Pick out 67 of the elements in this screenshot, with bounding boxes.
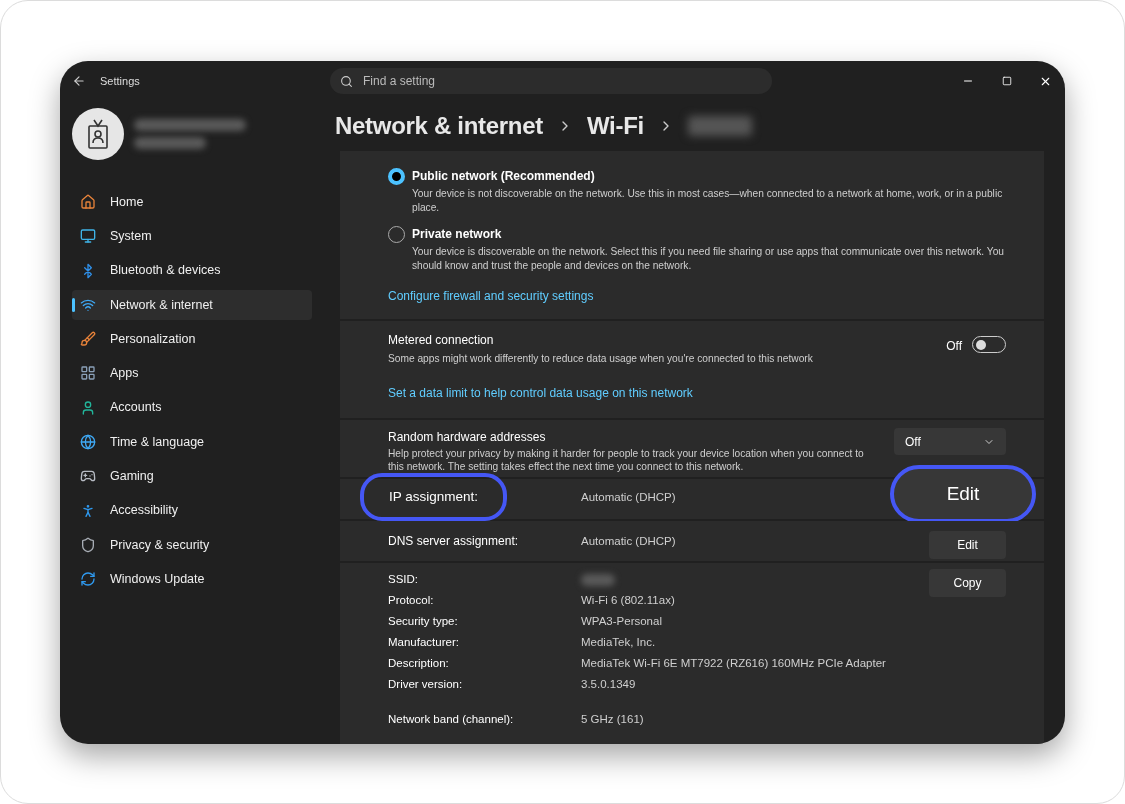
edit-button[interactable]: Edit <box>890 465 1036 524</box>
nav-item[interactable]: Privacy & security <box>72 529 312 560</box>
breadcrumb-item: Wi-Fi <box>586 111 644 141</box>
setting-title: Random hardware addresses <box>388 429 547 447</box>
edit-button[interactable]: Edit <box>929 531 1006 560</box>
nav-item[interactable]: Accounts <box>72 392 312 423</box>
id-badge-icon <box>87 119 109 149</box>
home-icon <box>80 194 96 210</box>
assignment-value: Automatic (DHCP) <box>581 490 677 506</box>
globe-icon <box>80 434 96 451</box>
property-label: SSID: <box>388 572 420 588</box>
nav-item[interactable]: Network & internet <box>72 289 312 320</box>
nav-item[interactable]: Windows Update <box>72 564 312 595</box>
property-label: Protocol: <box>388 593 435 609</box>
monitor-icon <box>80 228 96 245</box>
property-value: WPA3-Personal <box>581 614 662 630</box>
property-label: Driver version: <box>388 677 464 693</box>
nav-item[interactable]: Bluetooth & devices <box>72 255 312 286</box>
assignment-label: DNS server assignment: <box>387 533 519 551</box>
shield-icon <box>80 536 96 553</box>
redacted-text <box>581 573 615 586</box>
maximize-icon <box>1001 76 1012 86</box>
settings-link[interactable]: Configure firewall and security settings <box>388 287 594 305</box>
copy-button[interactable]: Copy <box>929 569 1006 598</box>
property-value: MediaTek, Inc. <box>581 635 656 651</box>
breadcrumb-item[interactable]: Network & internet <box>335 108 543 144</box>
radio-label[interactable]: Public network (Recommended) <box>412 167 1006 185</box>
property-label: Description: <box>388 656 450 672</box>
description-text: Help protect your privacy by making it harder for people to track your device location when you connect to this network. The setting takes effect the next time you connect to this network. <box>388 447 865 474</box>
property-value: Wi-Fi 6 (802.11ax) <box>581 593 675 609</box>
update-icon <box>80 571 96 588</box>
data-limit-link[interactable]: Set a data limit to help control data usage on this network <box>388 384 693 403</box>
property-value: MediaTek Wi-Fi 6E MT7922 (RZ616) 160MHz PCIe Adapter <box>581 656 886 672</box>
selection-indicator <box>72 297 75 312</box>
brush-icon <box>80 331 96 348</box>
description-text: Your device is discoverable on the network. Select this if you need file sharing or use apps that communicate over this network. You should know and trust the people and devices on the network. <box>412 245 1005 273</box>
setting-title: Metered connection <box>388 332 495 349</box>
nav-item[interactable]: Accessibility <box>72 495 312 526</box>
nav-item[interactable]: System <box>72 221 312 252</box>
search-field[interactable]: Find a setting <box>330 68 772 94</box>
search-icon <box>340 74 353 88</box>
redacted-text <box>134 137 206 149</box>
nav-item[interactable]: Home <box>72 187 312 217</box>
person-icon <box>80 399 96 416</box>
description-text: Some apps might work differently to reduce data usage when you're connected to this network <box>388 352 814 366</box>
toggle-label: Off <box>946 338 962 355</box>
accessibility-icon <box>80 502 96 519</box>
property-value: 3.5.0.1349 <box>581 677 636 693</box>
nav-item[interactable]: Apps <box>72 358 312 389</box>
description-text: Your device is not discoverable on the network. Use this in most cases—when connected to a network at home, work, or in a public place. <box>412 187 1004 215</box>
property-label: Network band (channel): <box>388 712 515 728</box>
back-button[interactable] <box>72 74 86 88</box>
assignment-value: Automatic (DHCP) <box>581 533 677 549</box>
nav-item[interactable]: Gaming <box>72 461 312 492</box>
avatar[interactable] <box>72 108 124 160</box>
window-title: Settings <box>100 73 141 89</box>
radio-button[interactable] <box>388 168 405 185</box>
property-value: 5 GHz (161) <box>581 712 644 728</box>
property-label: Manufacturer: <box>388 635 460 651</box>
nav-item[interactable]: Personalization <box>72 324 312 355</box>
nav-item[interactable]: Time & language <box>72 427 312 458</box>
apps-icon <box>80 365 96 382</box>
search-input[interactable]: Find a setting <box>363 72 762 90</box>
radio-label[interactable]: Private network <box>412 225 1006 243</box>
property-label: Security type: <box>388 614 459 630</box>
dropdown[interactable]: Off <box>894 428 1006 456</box>
redacted-text <box>687 116 752 136</box>
